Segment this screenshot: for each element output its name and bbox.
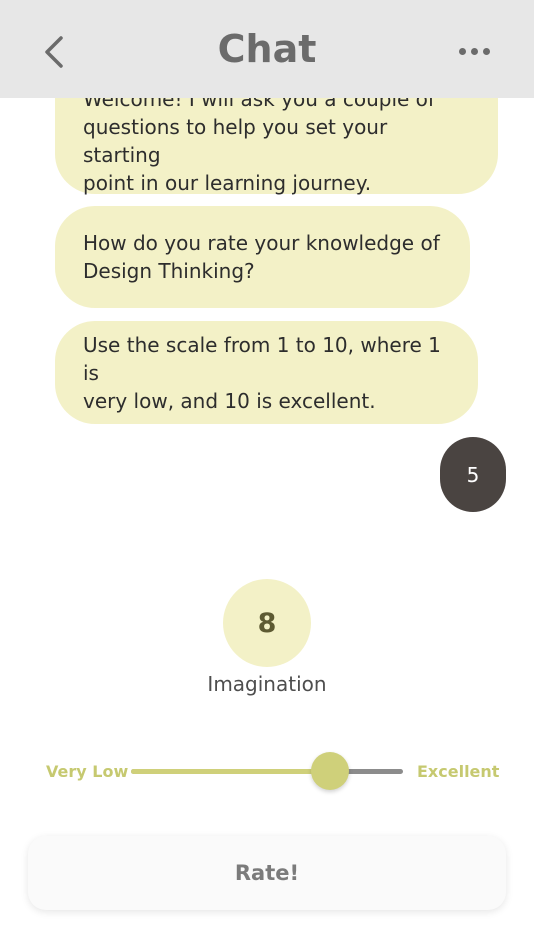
message-text: How do you rate your knowledge of Design… — [83, 229, 440, 285]
app-header: Chat — [0, 0, 534, 98]
user-reply-bubble: 5 — [440, 437, 506, 512]
more-horizontal-icon — [470, 47, 478, 55]
bot-message: How do you rate your knowledge of Design… — [55, 206, 470, 308]
message-text: Welcome! I will ask you a couple of ques… — [83, 85, 470, 197]
rate-button[interactable]: Rate! — [28, 836, 506, 910]
bot-message: Use the scale from 1 to 10, where 1 is v… — [55, 321, 478, 424]
more-options-button[interactable] — [452, 36, 496, 66]
scale-max-label: Excellent — [417, 762, 500, 781]
more-horizontal-icon — [482, 47, 490, 55]
chat-screen: Welcome! I will ask you a couple of ques… — [0, 0, 534, 950]
slider-fill — [131, 769, 330, 774]
slider-thumb[interactable] — [310, 752, 349, 790]
message-line: very low, and 10 is excellent. — [83, 388, 376, 413]
message-line: Design Thinking? — [83, 259, 255, 283]
message-line: Use the scale from 1 to 10, where 1 is — [83, 332, 441, 385]
scale-min-label: Very Low — [46, 762, 129, 781]
more-horizontal-icon — [458, 47, 466, 55]
message-text: Use the scale from 1 to 10, where 1 is v… — [83, 331, 450, 415]
rating-slider[interactable] — [131, 752, 403, 790]
message-line: How do you rate your knowledge of — [83, 231, 440, 255]
selected-value-badge: 8 — [223, 579, 311, 667]
selected-value-label: Imagination — [207, 672, 327, 696]
message-line: point in our learning journey. — [83, 171, 372, 195]
message-line: questions to help you set your starting — [83, 115, 388, 167]
